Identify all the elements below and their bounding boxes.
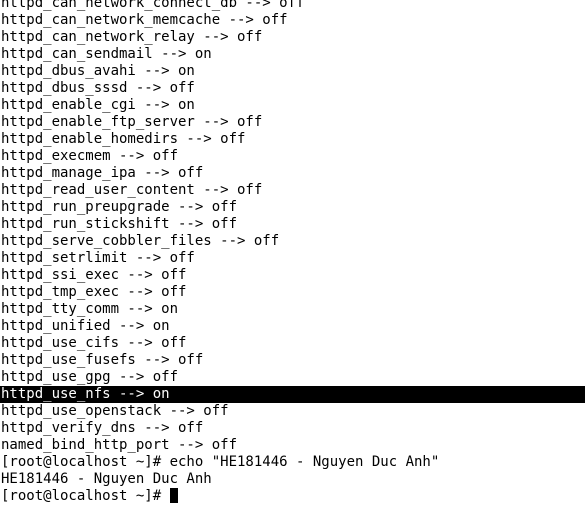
terminal-line: httpd_ssi_exec --> off [1, 267, 187, 283]
terminal-line: httpd_can_network_memcache --> off [1, 12, 288, 28]
terminal-line-selected[interactable]: httpd_use_nfs --> on [0, 386, 585, 403]
terminal-line: httpd_read_user_content --> off [1, 182, 263, 198]
shell-prompt: [root@localhost ~]# [1, 488, 170, 504]
terminal-line: httpd_tmp_exec --> off [1, 284, 187, 300]
terminal-line: httpd_can_network_connect_db --> off [1, 0, 305, 11]
cursor-block [169, 488, 178, 503]
terminal-line: httpd_enable_ftp_server --> off [1, 114, 263, 130]
terminal-line: httpd_use_cifs --> off [1, 335, 187, 351]
terminal-line: httpd_verify_dns --> off [1, 420, 204, 436]
terminal-line: httpd_use_openstack --> off [1, 403, 229, 419]
terminal-line: httpd_dbus_sssd --> off [1, 80, 195, 96]
terminal-line: httpd_run_preupgrade --> off [1, 199, 238, 215]
terminal-line: httpd_use_fusefs --> off [1, 352, 204, 368]
terminal-line: httpd_setrlimit --> off [1, 250, 195, 266]
command-line: [root@localhost ~]# echo "HE181446 - Ngu… [1, 454, 440, 470]
command-output: HE181446 - Nguyen Duc Anh [1, 471, 212, 487]
terminal-line: httpd_enable_cgi --> on [1, 97, 195, 113]
terminal-line: httpd_run_stickshift --> off [1, 216, 238, 232]
terminal-line: httpd_can_network_relay --> off [1, 29, 263, 45]
terminal-line: httpd_execmem --> off [1, 148, 179, 164]
terminal-line: httpd_use_gpg --> off [1, 369, 179, 385]
terminal-window[interactable]: httpd_can_network_connect_db --> off htt… [0, 0, 585, 513]
terminal-line: named_bind_http_port --> off [1, 437, 238, 453]
terminal-line: httpd_dbus_avahi --> on [1, 63, 195, 79]
terminal-line: httpd_unified --> on [1, 318, 170, 334]
prompt-line[interactable]: [root@localhost ~]# [0, 488, 585, 505]
terminal-line: httpd_enable_homedirs --> off [1, 131, 246, 147]
terminal-line: httpd_tty_comm --> on [1, 301, 179, 317]
terminal-line: httpd_serve_cobbler_files --> off [1, 233, 280, 249]
terminal-line: httpd_can_sendmail --> on [1, 46, 212, 62]
terminal-line: httpd_manage_ipa --> off [1, 165, 204, 181]
